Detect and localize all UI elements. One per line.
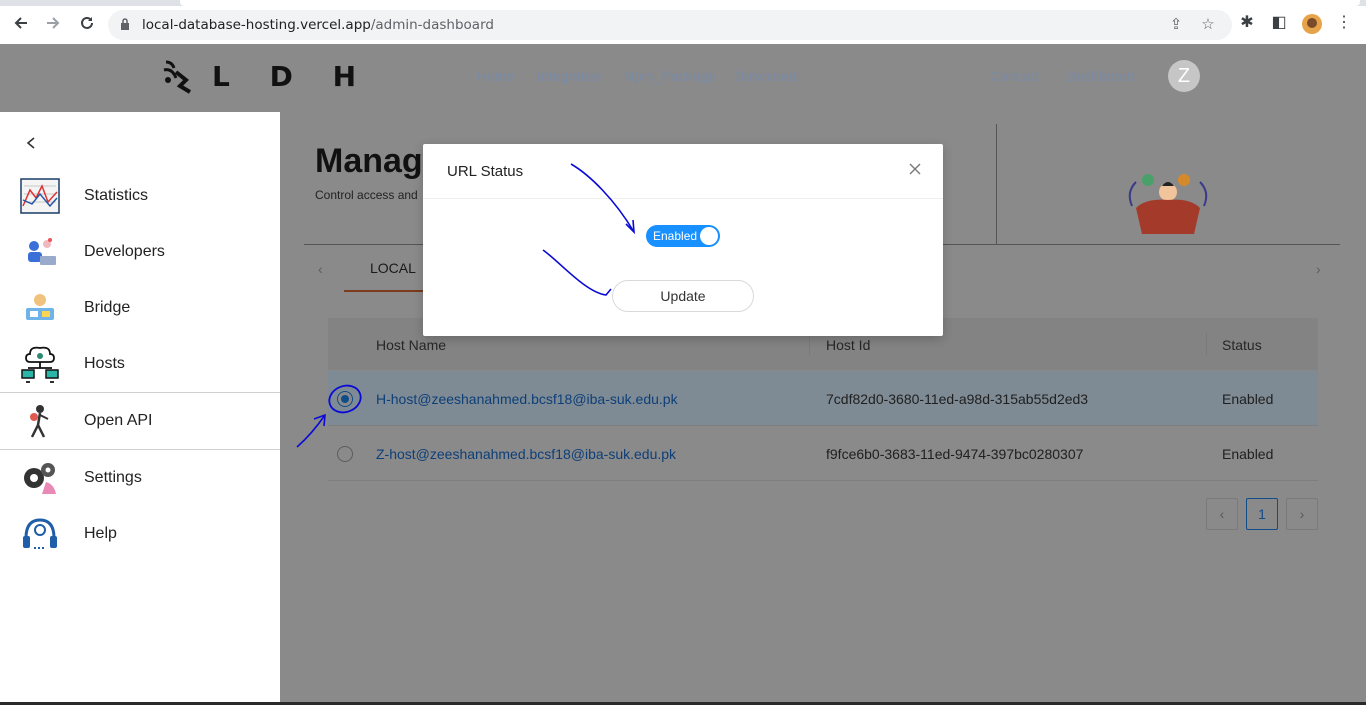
- logo-icon: [163, 60, 192, 94]
- nav-contact[interactable]: Contact: [990, 68, 1038, 84]
- pagination-page[interactable]: 1: [1246, 498, 1278, 530]
- host-id: 7cdf82d0-3680-11ed-a98d-315ab55d2ed3: [826, 391, 1089, 407]
- address-bar[interactable]: local-database-hosting.vercel.app/admin-…: [108, 10, 1232, 40]
- sidebar-item-developers[interactable]: Developers: [0, 224, 280, 280]
- pagination-prev-icon[interactable]: ‹: [1206, 498, 1238, 530]
- close-icon[interactable]: [907, 162, 923, 178]
- sidebar-item-bridge[interactable]: Bridge: [0, 280, 280, 336]
- menu-kebab-icon[interactable]: ⋮: [1335, 14, 1353, 32]
- settings-icon: [24, 463, 56, 494]
- hosts-icon: [21, 346, 59, 383]
- sidebar-item-open-api[interactable]: Open API: [0, 393, 280, 449]
- tab-local[interactable]: LOCAL: [370, 260, 416, 276]
- browser-toolbar: local-database-hosting.vercel.app/admin-…: [0, 0, 1366, 44]
- modal-title: URL Status: [447, 163, 524, 180]
- back-icon[interactable]: [10, 12, 32, 34]
- nav-dashboard[interactable]: Dashboard: [1066, 68, 1135, 84]
- profile-avatar[interactable]: [1302, 14, 1322, 34]
- forward-icon[interactable]: [42, 12, 64, 34]
- host-name-link[interactable]: Z-host@zeeshanahmed.bcsf18@iba-suk.edu.p…: [376, 446, 676, 462]
- user-avatar[interactable]: Z: [1168, 60, 1200, 92]
- open-api-icon: [30, 405, 49, 438]
- bridge-icon: [26, 294, 54, 320]
- nav-home[interactable]: Home: [477, 68, 514, 84]
- url-text: local-database-hosting.vercel.app/admin-…: [142, 17, 494, 33]
- reload-icon[interactable]: [76, 12, 98, 34]
- sidebar-item-label: Developers: [84, 243, 165, 260]
- header-illustration: [1128, 174, 1208, 234]
- sidebar-item-label: Hosts: [84, 355, 125, 372]
- logo-text[interactable]: L D H: [212, 60, 371, 93]
- host-id: f9fce6b0-3683-11ed-9474-397bc0280307: [826, 446, 1084, 462]
- sidebar-item-statistics[interactable]: Statistics: [0, 168, 280, 224]
- url-status-modal: URL Status Enabled Update: [423, 144, 943, 336]
- sidebar: Statistics Developers Bridge Hosts Open …: [0, 112, 280, 702]
- status-toggle[interactable]: Enabled: [646, 225, 720, 247]
- nav-integration[interactable]: Integration: [537, 68, 603, 84]
- sidebar-item-label: Bridge: [84, 299, 131, 316]
- tabs-scroll-left-icon[interactable]: ‹: [318, 261, 323, 277]
- toggle-label: Enabled: [653, 229, 698, 243]
- column-header-host-id: Host Id: [826, 337, 871, 353]
- column-header-status: Status: [1222, 337, 1262, 353]
- sidebar-item-label: Help: [84, 525, 117, 542]
- chevron-left-icon[interactable]: [24, 136, 40, 152]
- sidebar-item-label: Statistics: [84, 187, 149, 204]
- statistics-icon: [20, 178, 60, 214]
- host-name-link[interactable]: H-host@zeeshanahmed.bcsf18@iba-suk.edu.p…: [376, 391, 678, 407]
- share-icon[interactable]: ⇪: [1168, 17, 1184, 33]
- table-row[interactable]: Z-host@zeeshanahmed.bcsf18@iba-suk.edu.p…: [328, 426, 1318, 481]
- header-divider: [996, 124, 997, 244]
- sidebar-item-settings[interactable]: Settings: [0, 450, 280, 506]
- row-radio[interactable]: [337, 391, 353, 407]
- row-radio[interactable]: [337, 446, 353, 462]
- modal-divider: [423, 198, 943, 199]
- tabs-scroll-right-icon[interactable]: ›: [1316, 261, 1321, 277]
- tab-active-indicator: [344, 290, 424, 292]
- toggle-knob: [700, 227, 718, 245]
- status-text: Enabled: [1222, 391, 1274, 407]
- star-icon[interactable]: ☆: [1200, 17, 1216, 33]
- tab-strip: [0, 0, 1366, 6]
- extensions-icon[interactable]: ✱: [1238, 14, 1256, 32]
- sidebar-item-label: Settings: [84, 469, 142, 486]
- sidebar-item-help[interactable]: Help: [0, 506, 280, 562]
- side-panel-icon[interactable]: ◧: [1270, 14, 1288, 32]
- pagination-next-icon[interactable]: ›: [1286, 498, 1318, 530]
- sidebar-item-label: Open API: [84, 412, 153, 429]
- help-icon: [23, 518, 57, 549]
- page-subtitle: Control access and: [315, 188, 418, 202]
- update-button[interactable]: Update: [612, 280, 754, 312]
- lock-icon: [121, 18, 129, 30]
- table-row[interactable]: H-host@zeeshanahmed.bcsf18@iba-suk.edu.p…: [328, 371, 1318, 426]
- status-text: Enabled: [1222, 446, 1274, 462]
- sidebar-item-hosts[interactable]: Hosts: [0, 336, 280, 392]
- developers-icon: [28, 238, 56, 265]
- nav-npm-package[interactable]: Npm_Package: [624, 68, 716, 84]
- column-header-host-name: Host Name: [376, 337, 447, 353]
- nav-download[interactable]: Download: [734, 68, 796, 84]
